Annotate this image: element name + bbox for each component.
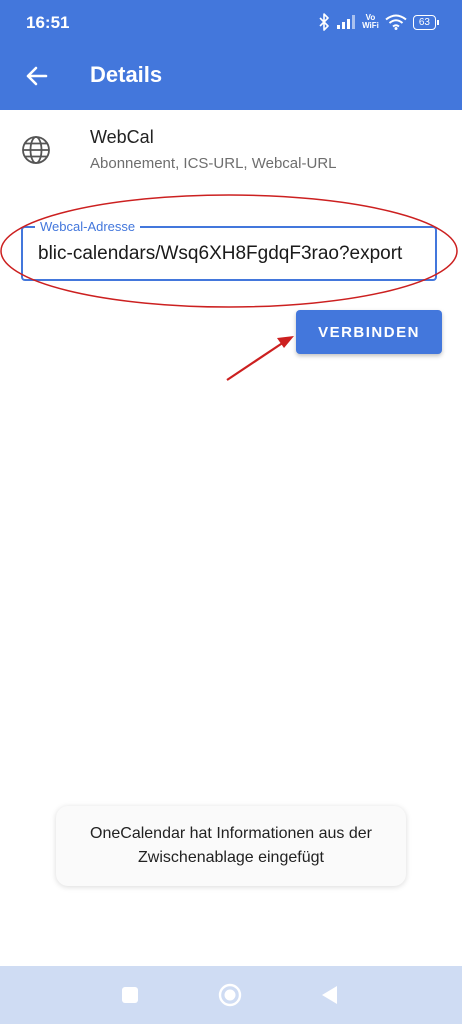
- home-circle-icon[interactable]: [218, 983, 242, 1007]
- webcal-address-field[interactable]: Webcal-Adresse: [21, 219, 437, 281]
- system-nav-bar: [0, 966, 462, 1024]
- connect-button[interactable]: VERBINDEN: [296, 310, 442, 354]
- toast-line-2: Zwischenablage eingefügt: [138, 849, 324, 866]
- arrow-back-icon[interactable]: [22, 61, 52, 91]
- webcal-address-label: Webcal-Adresse: [35, 219, 141, 235]
- back-triangle-icon[interactable]: [318, 983, 342, 1007]
- signal-icon: [337, 15, 356, 29]
- status-icons: Vo WiFi 63: [318, 11, 440, 33]
- toast-line-1: OneCalendar hat Informationen aus der: [90, 825, 372, 842]
- vowifi-bottom: WiFi: [362, 21, 379, 30]
- wifi-icon: [385, 14, 407, 30]
- battery-icon: 63: [412, 14, 440, 30]
- toast-message: OneCalendar hat Informationen aus der Zw…: [56, 806, 406, 886]
- globe-icon: [22, 136, 50, 164]
- recents-square-icon[interactable]: [118, 983, 142, 1007]
- vowifi-icon: Vo WiFi: [362, 14, 379, 30]
- annotation-arrow: [226, 336, 294, 381]
- page-title: Details: [90, 62, 163, 87]
- bluetooth-icon: [319, 13, 329, 31]
- app-bar: 16:51 Vo WiFi 63 Details: [0, 0, 462, 110]
- status-time: 16:51: [26, 13, 70, 32]
- provider-description: Abonnement, ICS-URL, Webcal-URL: [90, 155, 337, 172]
- webcal-address-input[interactable]: [38, 241, 428, 267]
- provider-name: WebCal: [90, 127, 154, 147]
